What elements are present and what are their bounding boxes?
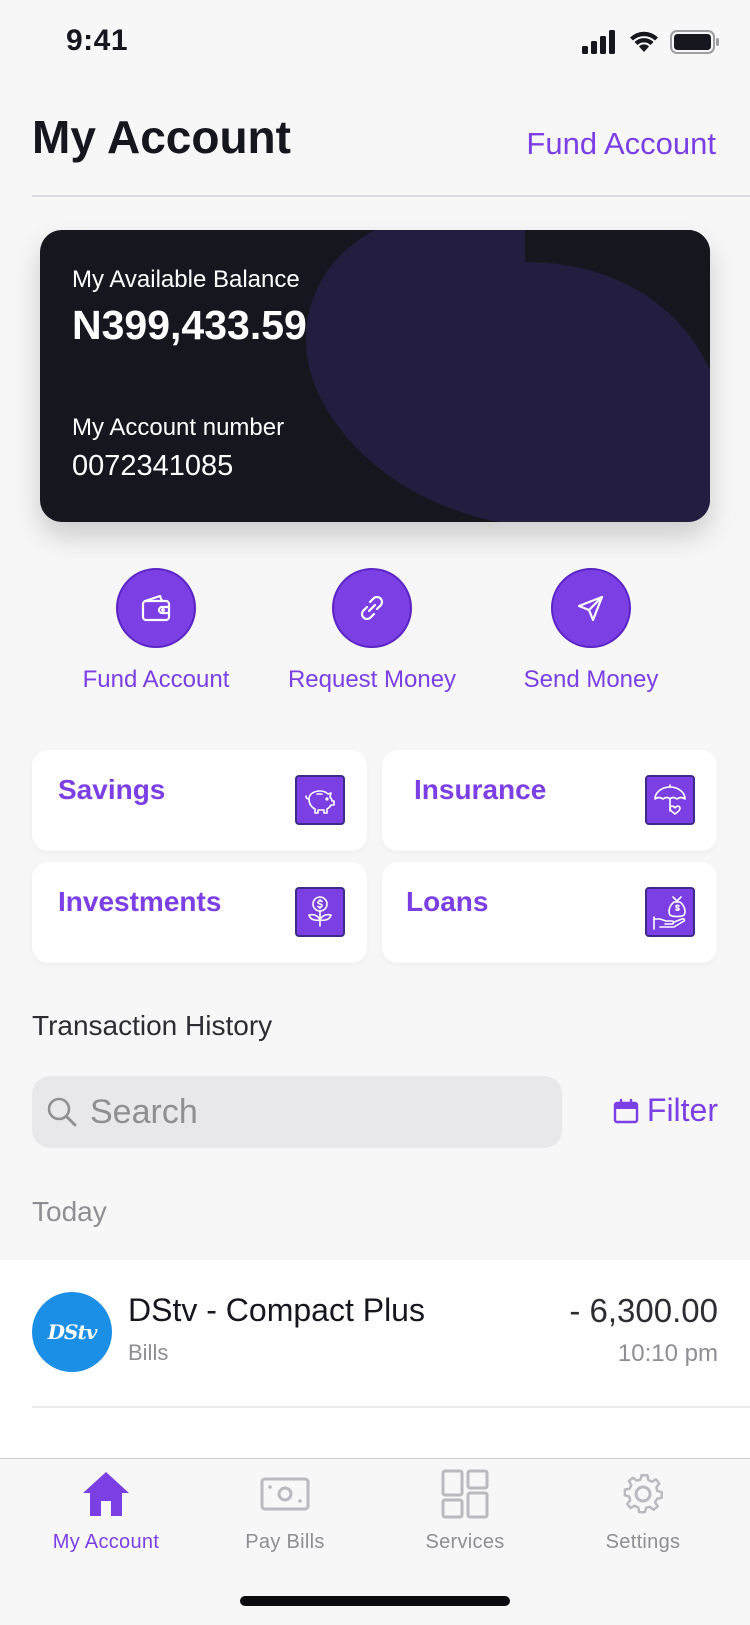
transaction-time: 10:10 pm	[617, 1340, 718, 1367]
tab-my-account-label: My Account	[52, 1531, 160, 1553]
balance-label: My Available Balance	[72, 266, 300, 293]
transaction-title: DStv - Compact Plus	[128, 1292, 425, 1328]
tab-services-label: Services	[425, 1531, 505, 1553]
insurance-tile[interactable]: Insurance	[382, 750, 717, 851]
status-icons	[582, 30, 720, 54]
date-group-header: Today	[32, 1196, 107, 1227]
wallet-icon[interactable]	[116, 568, 196, 648]
transaction-row[interactable]: DStv DStv - Compact Plus Bills - 6,300.0…	[0, 1260, 750, 1408]
fund-account-action[interactable]: Fund Account	[46, 568, 266, 694]
filter-button[interactable]: Filter	[613, 1092, 718, 1129]
tab-settings-label: Settings	[605, 1531, 681, 1553]
wifi-icon	[630, 31, 658, 52]
cash-icon	[260, 1477, 310, 1511]
send-money-label: Send Money	[523, 666, 659, 693]
send-money-action[interactable]: Send Money	[481, 568, 701, 694]
home-icon	[83, 1472, 129, 1516]
loans-label: Loans	[406, 886, 489, 917]
status-time: 9:41	[66, 24, 129, 57]
signal-icon	[582, 30, 615, 54]
balance-value: N399,433.59	[72, 302, 307, 348]
tab-services[interactable]: Services	[375, 1469, 555, 1554]
fund-account-link[interactable]: Fund Account	[526, 126, 716, 162]
investments-tile[interactable]: Investments	[32, 862, 367, 963]
page-title: My Account	[32, 111, 291, 163]
battery-icon	[670, 30, 719, 54]
filter-label: Filter	[646, 1092, 718, 1128]
fund-account-label: Fund Account	[82, 666, 230, 693]
insurance-label: Insurance	[414, 774, 547, 805]
savings-label: Savings	[58, 774, 166, 805]
calendar-icon	[613, 1098, 639, 1123]
plant-money-icon	[295, 887, 345, 937]
dstv-logo: DStv	[32, 1292, 112, 1372]
tab-pay-bills[interactable]: Pay Bills	[195, 1469, 375, 1554]
investments-label: Investments	[58, 886, 222, 917]
request-money-action[interactable]: Request Money	[262, 568, 482, 694]
tab-my-account[interactable]: My Account	[16, 1469, 196, 1554]
tab-pay-bills-label: Pay Bills	[245, 1531, 325, 1553]
umbrella-heart-icon	[645, 775, 695, 825]
money-bag-hand-icon	[645, 887, 695, 937]
transaction-history-title: Transaction History	[32, 1010, 273, 1041]
search-input[interactable]	[90, 1092, 530, 1132]
tab-settings[interactable]: Settings	[553, 1469, 733, 1554]
request-money-label: Request Money	[287, 666, 457, 693]
search-box[interactable]	[32, 1076, 562, 1148]
home-indicator	[240, 1596, 510, 1606]
link-icon[interactable]	[332, 568, 412, 648]
transaction-amount: - 6,300.00	[569, 1292, 718, 1329]
balance-card: My Available Balance N399,433.59 My Acco…	[40, 230, 710, 522]
savings-tile[interactable]: Savings	[32, 750, 367, 851]
piggy-bank-icon	[295, 775, 345, 825]
search-icon	[47, 1097, 77, 1127]
account-number: 0072341085	[72, 450, 234, 482]
account-number-label: My Account number	[72, 414, 285, 441]
loans-tile[interactable]: Loans	[382, 862, 717, 963]
gear-icon	[623, 1474, 663, 1514]
header-divider	[32, 195, 750, 197]
send-icon[interactable]	[551, 568, 631, 648]
transaction-category: Bills	[128, 1340, 169, 1365]
grid-icon	[441, 1469, 489, 1519]
transaction-row-partial	[0, 1408, 750, 1458]
